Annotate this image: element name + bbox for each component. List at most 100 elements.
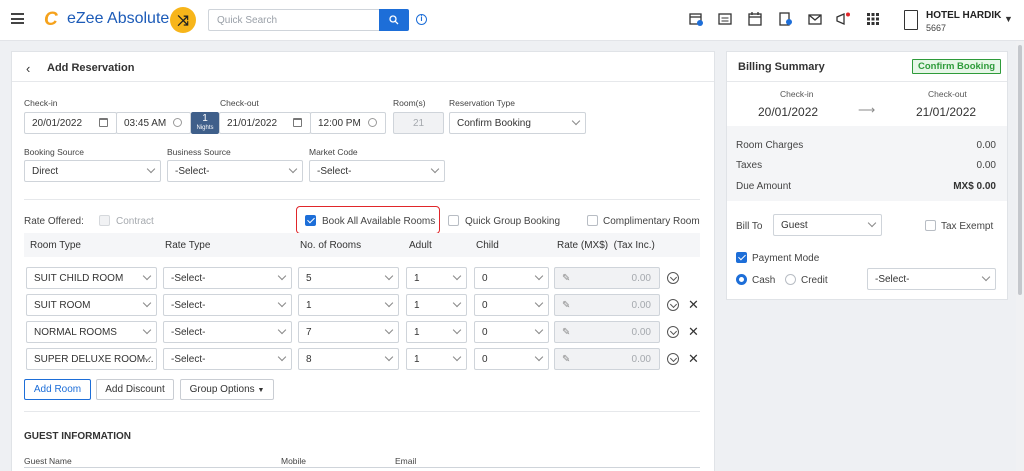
add-discount-button[interactable]: Add Discount	[96, 379, 174, 400]
chevron-down-icon	[384, 352, 394, 362]
business-source-select[interactable]: -Select-	[167, 160, 303, 182]
search-button[interactable]	[379, 9, 409, 31]
billing-summary-card: Billing Summary Confirm Booking Check-in…	[726, 51, 1008, 300]
close-icon[interactable]: ✕	[688, 298, 699, 311]
no-of-rooms-select[interactable]: 1	[298, 294, 399, 316]
chevron-down-icon	[277, 298, 287, 308]
credit-radio[interactable]	[785, 274, 796, 285]
no-of-rooms-select[interactable]: 7	[298, 321, 399, 343]
room-type-select[interactable]: NORMAL ROOMS	[26, 321, 157, 343]
announcement-icon[interactable]	[836, 12, 850, 26]
rate-type-select[interactable]: -Select-	[163, 321, 292, 343]
group-options-button[interactable]: Group Options ▼	[180, 379, 274, 400]
add-room-button[interactable]: Add Room	[24, 379, 91, 400]
menu-icon[interactable]	[11, 13, 24, 24]
chevron-down-icon	[277, 271, 287, 281]
quick-group-booking-label: Quick Group Booking	[465, 216, 561, 227]
child-select[interactable]: 0	[474, 294, 549, 316]
group-options-label: Group Options	[189, 384, 255, 395]
hotel-id: 5667	[926, 23, 947, 33]
apps-grid-icon[interactable]	[866, 12, 880, 26]
cash-radio[interactable]	[736, 274, 747, 285]
taxes-value: 0.00	[976, 160, 996, 171]
booking-source-label: Booking Source	[24, 147, 85, 157]
child-select[interactable]: 0	[474, 267, 549, 289]
search-input[interactable]: Quick Search	[208, 9, 379, 31]
credit-label: Credit	[801, 275, 828, 286]
calendar-icon	[293, 118, 302, 127]
expand-row-icon[interactable]	[667, 299, 679, 311]
chevron-down-icon	[452, 271, 462, 281]
rate-type-value: -Select-	[171, 327, 206, 338]
tax-exempt-label: Tax Exempt	[941, 221, 994, 232]
checkout-time-field[interactable]: 12:00 PM	[310, 112, 386, 134]
pencil-icon[interactable]: ✎	[562, 273, 570, 284]
email-label: Email	[395, 456, 417, 466]
rate-value: 0.00	[631, 273, 651, 284]
pencil-icon[interactable]: ✎	[562, 300, 570, 311]
rate-type-select[interactable]: -Select-	[163, 348, 292, 370]
close-icon[interactable]: ✕	[688, 325, 699, 338]
rate-field: ✎ 0.00	[554, 267, 660, 289]
expand-row-icon[interactable]	[667, 326, 679, 338]
shuffle-icon[interactable]: ⤨	[170, 7, 196, 33]
expand-row-icon[interactable]	[667, 353, 679, 365]
room-type-value: SUIT CHILD ROOM	[34, 273, 124, 284]
expand-row-icon[interactable]	[667, 272, 679, 284]
checkin-time-field[interactable]: 03:45 AM	[116, 112, 191, 134]
no-of-rooms-select[interactable]: 8	[298, 348, 399, 370]
rooms-count-field: 21	[393, 112, 444, 134]
billing-checkout-label: Check-out	[928, 89, 967, 99]
market-code-value: -Select-	[317, 166, 352, 177]
chevron-down-icon	[146, 164, 156, 174]
pencil-icon[interactable]: ✎	[562, 327, 570, 338]
mail-icon[interactable]	[808, 12, 822, 26]
close-icon[interactable]: ✕	[688, 352, 699, 365]
adult-select[interactable]: 1	[406, 267, 467, 289]
rate-value: 0.00	[631, 300, 651, 311]
info-icon[interactable]: i	[416, 14, 427, 25]
caret-down-icon[interactable]: ▼	[1004, 14, 1013, 24]
calendar-icon[interactable]	[748, 12, 762, 26]
tax-exempt-checkbox[interactable]	[925, 220, 936, 231]
market-code-select[interactable]: -Select-	[309, 160, 445, 182]
clock-icon	[368, 118, 377, 127]
col-room-type: Room Type	[30, 240, 81, 251]
complimentary-room-checkbox[interactable]	[587, 215, 598, 226]
nights-badge: 1 Nights	[191, 112, 219, 134]
checkin-date-field[interactable]: 20/01/2022	[24, 112, 117, 134]
no-of-rooms-select[interactable]: 5	[298, 267, 399, 289]
quick-group-booking-checkbox[interactable]	[448, 215, 459, 226]
payment-select[interactable]: -Select-	[867, 268, 996, 290]
reservation-type-label: Reservation Type	[449, 98, 515, 108]
rate-type-select[interactable]: -Select-	[163, 267, 292, 289]
room-type-select[interactable]: SUIT ROOM	[26, 294, 157, 316]
pencil-icon[interactable]: ✎	[562, 354, 570, 365]
adult-select[interactable]: 1	[406, 294, 467, 316]
adult-select[interactable]: 1	[406, 348, 467, 370]
payment-mode-checkbox[interactable]	[736, 252, 747, 263]
calendar-list-icon[interactable]	[718, 12, 732, 26]
bill-to-select[interactable]: Guest	[773, 214, 882, 236]
scrollbar[interactable]	[1016, 41, 1024, 471]
checkout-date-field[interactable]: 21/01/2022	[219, 112, 311, 134]
booking-source-select[interactable]: Direct	[24, 160, 161, 182]
rate-type-select[interactable]: -Select-	[163, 294, 292, 316]
reservation-type-select[interactable]: Confirm Booking	[449, 112, 586, 134]
adult-select[interactable]: 1	[406, 321, 467, 343]
scrollbar-thumb[interactable]	[1018, 45, 1022, 295]
hotel-name[interactable]: HOTEL HARDIK	[926, 10, 1001, 21]
child-select[interactable]: 0	[474, 348, 549, 370]
due-amount-label: Due Amount	[736, 181, 792, 192]
contract-checkbox[interactable]	[99, 215, 110, 226]
checkout-time-value: 12:00 PM	[318, 118, 361, 129]
child-select[interactable]: 0	[474, 321, 549, 343]
room-type-select[interactable]: SUIT CHILD ROOM	[26, 267, 157, 289]
room-charges-label: Room Charges	[736, 140, 804, 151]
rate-field: ✎ 0.00	[554, 321, 660, 343]
book-all-rooms-checkbox[interactable]	[305, 215, 316, 226]
back-arrow-icon[interactable]: ‹	[26, 61, 30, 76]
calendar-add-icon[interactable]	[689, 12, 703, 26]
room-type-select[interactable]: SUPER DELUXE ROOM...	[26, 348, 157, 370]
invoice-icon[interactable]	[778, 12, 792, 26]
